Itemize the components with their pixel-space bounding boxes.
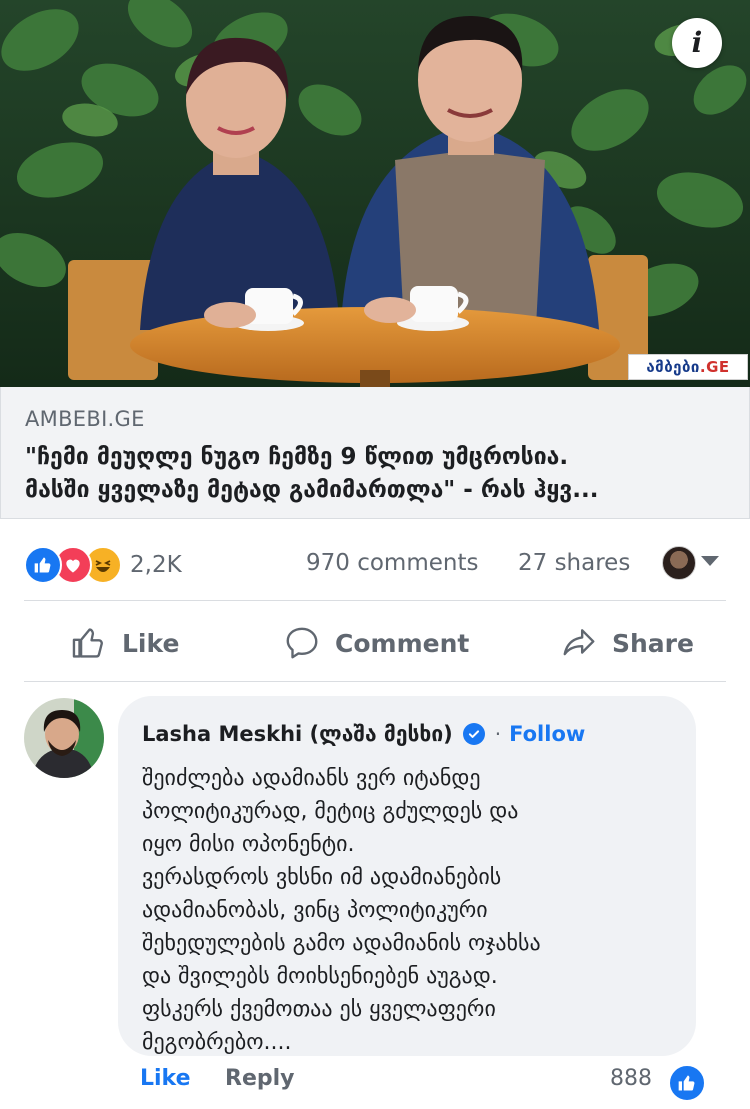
comment-line: ადამიანობას, ვინც პოლიტიკური: [142, 898, 488, 923]
share-arrow-icon: [563, 629, 595, 656]
comment-line: ფსკერს ქვემოთაა ეს ყველაფერი: [142, 997, 496, 1022]
comment-text: შეიძლება ადამიანს ვერ იტანდე პოლიტიკურად…: [142, 762, 682, 1059]
post-stats: 2,2K 970 comments 27 shares: [0, 538, 750, 588]
info-button[interactable]: i: [672, 18, 722, 68]
divider: [24, 681, 726, 682]
thumbs-up-icon: [72, 628, 103, 658]
reaction-count: 2,2K: [130, 552, 182, 578]
watermark-suffix: .GE: [699, 358, 730, 376]
follow-button[interactable]: Follow: [509, 722, 585, 746]
comment-line: მეგობრებო....: [142, 1030, 292, 1055]
comment-line: შეიძლება ადამიანს ვერ იტანდე: [142, 766, 481, 791]
comment-line: ვერასდროს ვხსნი იმ ადამიანების: [142, 865, 502, 890]
comment-like-count[interactable]: 888: [610, 1066, 652, 1091]
comments-count[interactable]: 970 comments: [306, 550, 478, 576]
chevron-down-icon[interactable]: [701, 556, 719, 566]
comment-button[interactable]: Comment: [283, 624, 469, 662]
share-button[interactable]: Share: [560, 624, 694, 662]
commenter-avatar[interactable]: [24, 698, 104, 778]
link-title-line: მასში ყველაზე მეტად გამიმართლა" - რას ჰყ…: [25, 477, 599, 503]
info-icon: i: [691, 26, 703, 59]
comment-line: იყო მისი ოპონენტი.: [142, 832, 355, 857]
comment-line: შეხედულების გამო ადამიანის ოჯახსა: [142, 931, 541, 956]
link-title[interactable]: "ჩემი მეუღლე ნუგო ჩემზე 9 წლით უმცროსია.…: [25, 441, 725, 507]
comment-bubble: Lasha Meskhi (ლაშა მესხი) · Follow შეიძლ…: [118, 696, 696, 1056]
comment-line: და შვილებს მოიხსენიებენ აუგად.: [142, 964, 498, 989]
comment-header: Lasha Meskhi (ლაშა მესხი) · Follow: [142, 722, 585, 746]
separator-dot: ·: [494, 722, 502, 746]
comment-reply-button[interactable]: Reply: [225, 1066, 295, 1091]
comment-like-button[interactable]: Like: [140, 1066, 191, 1091]
link-domain: AMBEBI.GE: [25, 407, 145, 431]
like-reaction-icon[interactable]: [668, 1064, 706, 1102]
post-image[interactable]: i ამბები .GE: [0, 0, 750, 387]
watermark-text: ამბები: [646, 358, 700, 376]
reactions-summary[interactable]: 2,2K: [24, 546, 182, 584]
comment-bubble-icon: [286, 627, 318, 659]
photo-illustration: [0, 0, 750, 387]
comment-author[interactable]: Lasha Meskhi (ლაშა მესხი): [142, 722, 453, 746]
commenter-photo: [24, 698, 104, 778]
divider: [24, 600, 726, 601]
comment-line: პოლიტიკურად, მეტიც გძულდეს და: [142, 799, 519, 824]
like-label: Like: [122, 628, 180, 658]
post-actions: Like Comment Share: [0, 610, 750, 676]
link-preview[interactable]: AMBEBI.GE "ჩემი მეუღლე ნუგო ჩემზე 9 წლით…: [0, 387, 750, 519]
like-reaction-icon: [24, 546, 62, 584]
viewer-avatar[interactable]: [662, 546, 696, 580]
like-button[interactable]: Like: [70, 624, 179, 662]
verified-badge-icon: [462, 723, 485, 745]
shares-count[interactable]: 27 shares: [518, 550, 630, 576]
source-watermark: ამბები .GE: [628, 354, 748, 380]
comment-label: Comment: [335, 628, 470, 658]
comment-footer: Like Reply 888: [0, 1062, 750, 1102]
link-title-line: "ჩემი მეუღლე ნუგო ჩემზე 9 წლით უმცროსია.: [25, 444, 569, 470]
share-label: Share: [612, 628, 694, 658]
